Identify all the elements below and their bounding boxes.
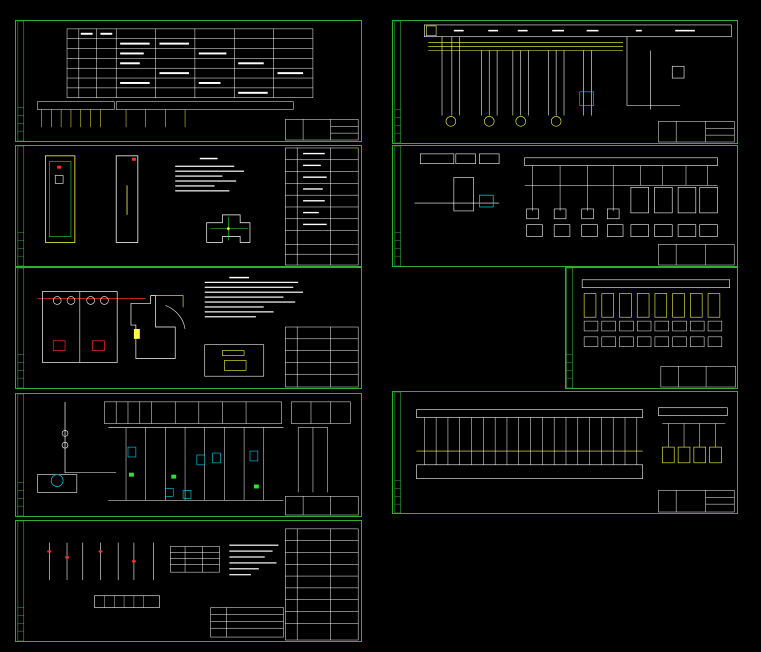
drawing-sheet-wiring-notes[interactable] (15, 520, 362, 642)
sheet-8-graphics (566, 268, 736, 388)
sheet-4-graphics (17, 394, 359, 516)
sheet-1-graphics (17, 21, 359, 141)
drawing-sheet-plc-system[interactable] (392, 145, 738, 267)
sheet-9-graphics (394, 392, 735, 513)
sheet-7-graphics (394, 146, 735, 266)
drawing-sheet-plc-io-wiring[interactable] (392, 391, 738, 514)
drawing-sheet-plc-io-modules[interactable] (565, 267, 738, 389)
sheet-3-graphics (17, 268, 359, 388)
drawing-sheet-terminal-table[interactable] (15, 20, 362, 142)
drawing-sheet-main-circuit[interactable] (392, 20, 738, 144)
drawing-sheet-panel-layout[interactable] (15, 267, 362, 389)
drawing-sheet-control-circuit[interactable] (15, 393, 362, 517)
drawing-sheet-cabinet-outline[interactable] (15, 145, 362, 267)
sheet-6-graphics (394, 21, 735, 143)
sheet-2-graphics (17, 146, 359, 266)
sheet-5-graphics (17, 521, 359, 641)
cad-drawing-canvas[interactable] (0, 0, 761, 652)
